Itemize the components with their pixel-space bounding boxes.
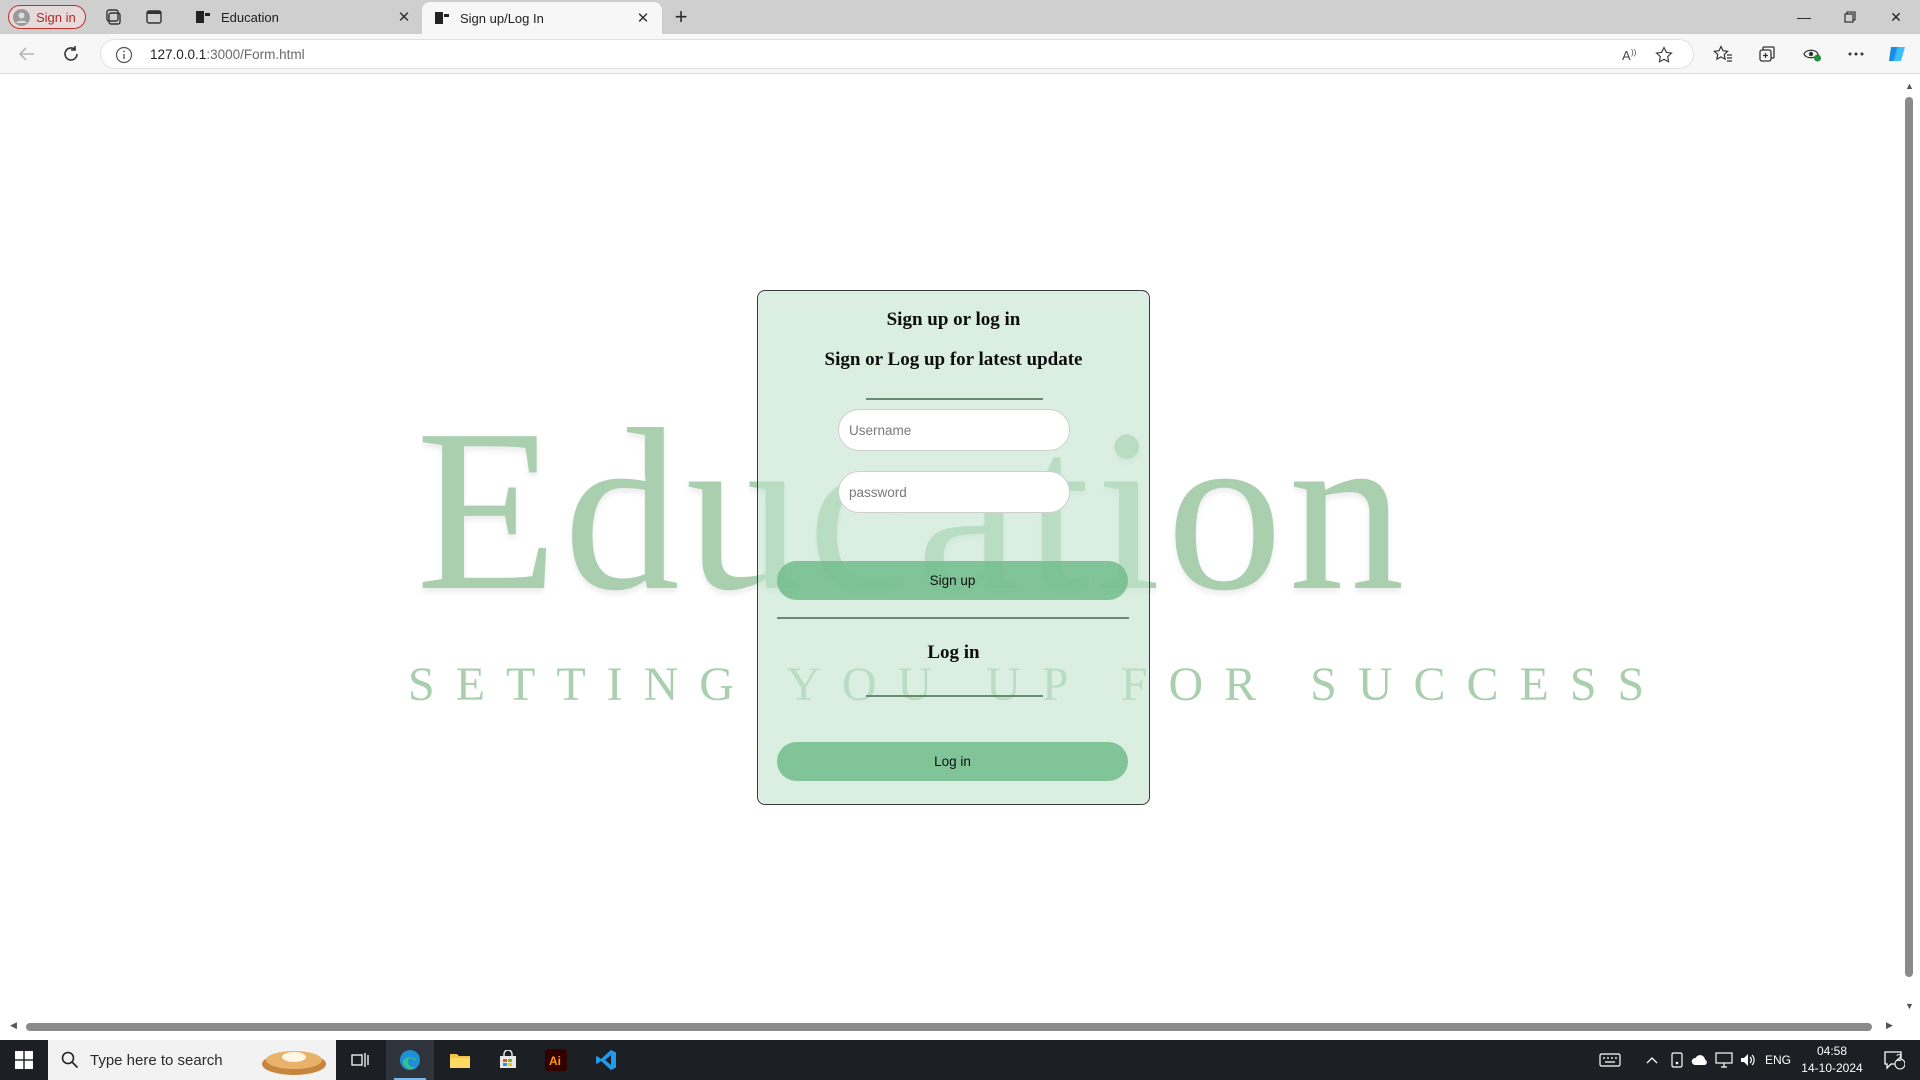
divider	[866, 695, 1043, 697]
url-host: 127.0.0.1	[150, 47, 207, 62]
horizontal-scroll-thumb[interactable]	[26, 1023, 1872, 1031]
refresh-icon[interactable]	[58, 42, 84, 66]
scroll-down-icon[interactable]: ▼	[1905, 1001, 1914, 1011]
page-favicon-icon	[434, 10, 450, 26]
more-options-icon[interactable]	[1843, 42, 1869, 66]
vertical-scrollbar[interactable]: ▲ ▼	[1902, 75, 1916, 1027]
restore-icon[interactable]	[1828, 0, 1872, 34]
profile-button[interactable]: Sign in	[8, 5, 86, 29]
clock-time: 04:58	[1816, 1044, 1848, 1058]
microsoft-store-icon[interactable]	[484, 1040, 532, 1080]
workspaces-icon[interactable]	[102, 7, 124, 27]
signup-button[interactable]: Sign up	[777, 561, 1128, 600]
signup-login-form: Sign up or log in Sign or Log up for lat…	[757, 290, 1150, 805]
form-subheading: Sign or Log up for latest update	[824, 349, 1083, 370]
tab-strip: Sign in Education ✕ Sign up/Log In ✕ + —…	[0, 0, 1920, 34]
clock[interactable]: 04:58 14-10-2024	[1790, 1043, 1874, 1077]
language-indicator[interactable]: ENG	[1764, 1040, 1792, 1080]
favorite-star-icon[interactable]	[1653, 45, 1675, 65]
login-heading: Log in	[927, 642, 980, 663]
address-bar[interactable]: 127.0.0.1:3000/Form.html A))	[100, 39, 1694, 69]
search-placeholder: Type here to search	[90, 1051, 223, 1069]
browser-essentials-icon[interactable]	[1799, 42, 1825, 66]
taskbar-search[interactable]: Type here to search	[48, 1040, 336, 1080]
scroll-right-icon[interactable]: ▶	[1886, 1020, 1893, 1031]
keyboard-icon[interactable]	[1594, 1040, 1626, 1080]
svg-text:A: A	[1622, 48, 1631, 63]
url-path: :3000/Form.html	[206, 47, 305, 62]
password-input[interactable]	[838, 471, 1070, 513]
tab-education[interactable]: Education ✕	[183, 0, 423, 34]
notifications-icon[interactable]: 2	[1874, 1040, 1914, 1080]
search-icon	[61, 1051, 79, 1069]
volume-icon[interactable]	[1738, 1040, 1758, 1080]
divider	[866, 398, 1043, 400]
close-tab-icon[interactable]: ✕	[632, 7, 654, 29]
tab-title: Sign up/Log In	[460, 10, 544, 26]
form-heading: Sign up or log in	[886, 309, 1021, 330]
back-icon[interactable]	[14, 42, 40, 66]
task-view-icon[interactable]	[336, 1040, 384, 1080]
divider	[777, 617, 1129, 619]
page-viewport: Education SETTING YOU UP FOR SUCCESS Sig…	[4, 75, 1902, 1027]
site-info-icon[interactable]	[115, 46, 133, 64]
collections-icon[interactable]	[1754, 42, 1780, 66]
profile-label: Sign in	[36, 9, 76, 25]
read-aloud-icon[interactable]: A))	[1619, 45, 1641, 65]
tab-signup-login[interactable]: Sign up/Log In ✕	[422, 2, 662, 34]
horizontal-scrollbar[interactable]: ◀ ▶	[4, 1019, 1902, 1033]
username-input[interactable]	[838, 409, 1070, 451]
svg-text:)): ))	[1631, 48, 1637, 57]
vscode-icon[interactable]	[582, 1040, 630, 1080]
login-button[interactable]: Log in	[777, 742, 1128, 781]
minimize-icon[interactable]: —	[1782, 0, 1826, 34]
windows-start-icon[interactable]	[0, 1040, 48, 1080]
show-hidden-icons-chevron-icon[interactable]	[1644, 1040, 1660, 1080]
device-icon[interactable]	[1668, 1040, 1686, 1080]
vertical-scroll-thumb[interactable]	[1905, 97, 1913, 977]
favorites-icon[interactable]	[1710, 42, 1736, 66]
clock-date: 14-10-2024	[1801, 1061, 1863, 1075]
onedrive-icon[interactable]	[1690, 1040, 1710, 1080]
edge-browser-icon[interactable]	[386, 1040, 434, 1080]
search-highlight-pie-icon	[262, 1051, 326, 1075]
new-tab-icon[interactable]: +	[668, 4, 694, 29]
browser-toolbar: 127.0.0.1:3000/Form.html A))	[0, 34, 1920, 74]
tab-actions-icon[interactable]	[143, 7, 165, 27]
close-window-icon[interactable]: ✕	[1874, 0, 1918, 34]
scroll-up-icon[interactable]: ▲	[1905, 81, 1914, 91]
windows-taskbar: Type here to search Ai ENG 04:58 14-10-2…	[0, 1040, 1920, 1080]
notification-count: 2	[1896, 1053, 1902, 1064]
network-icon[interactable]	[1714, 1040, 1734, 1080]
page-favicon-icon	[195, 9, 211, 25]
adobe-illustrator-icon[interactable]: Ai	[532, 1040, 580, 1080]
person-icon	[13, 8, 30, 26]
tab-title: Education	[221, 9, 279, 25]
file-explorer-icon[interactable]	[436, 1040, 484, 1080]
url-text[interactable]: 127.0.0.1:3000/Form.html	[150, 47, 305, 62]
scroll-left-icon[interactable]: ◀	[10, 1020, 17, 1031]
copilot-icon[interactable]	[1885, 42, 1911, 66]
close-tab-icon[interactable]: ✕	[393, 6, 415, 28]
svg-text:Ai: Ai	[549, 1054, 561, 1068]
